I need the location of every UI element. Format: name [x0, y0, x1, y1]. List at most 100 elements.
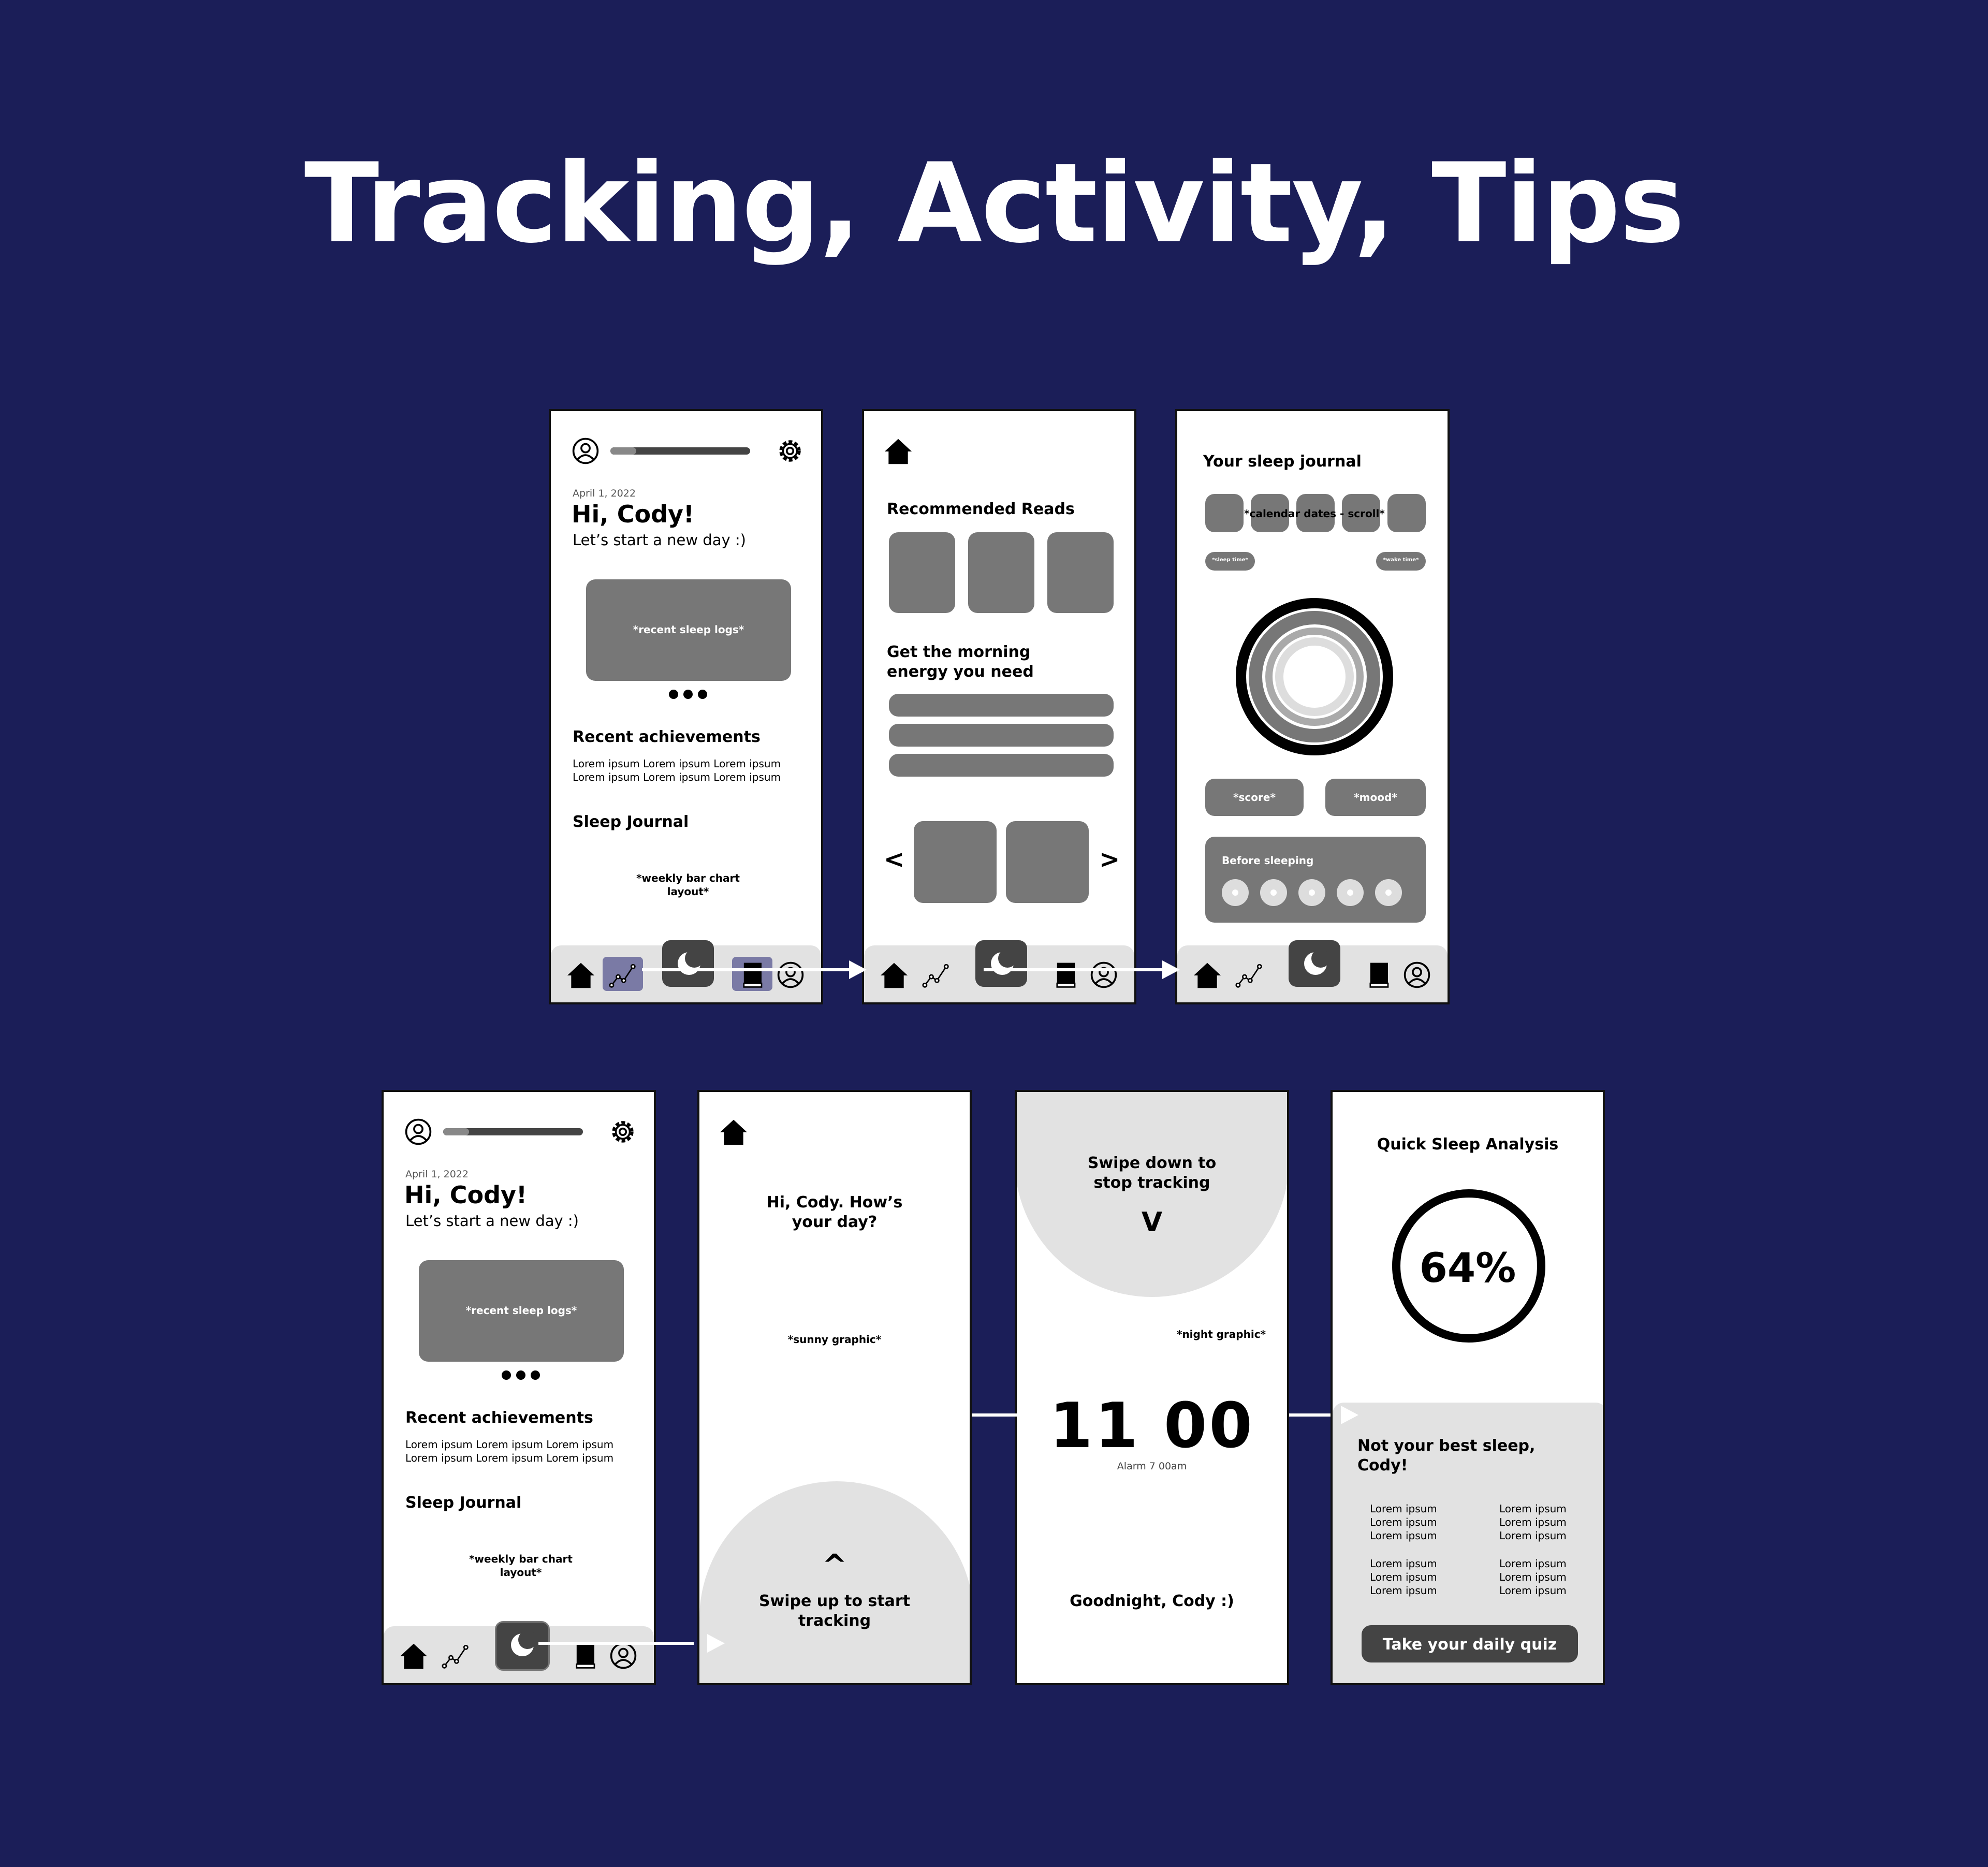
read-card[interactable] [1047, 532, 1114, 613]
book-icon[interactable] [571, 1642, 599, 1670]
tip-bar[interactable] [889, 754, 1114, 777]
home-screen-2: April 1, 2022 Hi, Cody! Let’s start a ne… [382, 1090, 656, 1685]
checkin-screen: Hi, Cody. How’s your day? *sunny graphic… [697, 1090, 972, 1685]
profile-icon[interactable] [777, 961, 805, 989]
gear-icon[interactable] [776, 437, 804, 465]
home-icon[interactable] [880, 961, 909, 990]
book-icon[interactable] [1051, 961, 1079, 989]
tip-bar[interactable] [889, 694, 1114, 717]
video-card[interactable] [914, 821, 997, 903]
swipe-down-panel[interactable] [1017, 1092, 1287, 1297]
read-card[interactable] [889, 532, 955, 613]
home-icon[interactable] [884, 437, 913, 466]
achievements-title: Recent achievements [405, 1409, 593, 1427]
analysis-message-1: Not your best sleep, [1357, 1437, 1536, 1455]
video-card[interactable] [1006, 821, 1089, 903]
home-icon[interactable] [719, 1118, 748, 1147]
checkin-question-1: Hi, Cody. How’s [766, 1193, 903, 1212]
gear-icon[interactable] [609, 1118, 637, 1146]
analysis-screen: Quick Sleep Analysis 64% Not your best s… [1331, 1090, 1605, 1685]
swipe-up-caret: ^ [822, 1548, 847, 1583]
moon-icon [1300, 948, 1331, 979]
analysis-lorem: Lorem ipsum [1370, 1503, 1437, 1515]
tracking-screen: Swipe down to stop tracking V *night gra… [1015, 1090, 1289, 1685]
swipe-up-text-1: Swipe up to start [758, 1592, 911, 1610]
goodnight-text: Goodnight, Cody :) [1070, 1592, 1234, 1610]
energy-title-2: energy you need [887, 663, 1034, 681]
carousel-dot[interactable] [502, 1370, 511, 1380]
achievements-text-1: Lorem ipsum Lorem ipsum Lorem ipsum [405, 1438, 614, 1451]
swipe-down-caret: V [1141, 1207, 1163, 1238]
home-icon[interactable] [399, 1642, 428, 1671]
home-screen: April 1, 2022 Hi, Cody! Let’s start a ne… [549, 409, 823, 1004]
sleep-tracking-button[interactable] [662, 940, 714, 987]
tips-screen: Recommended Reads Get the morning energy… [862, 409, 1136, 1004]
carousel-dot[interactable] [683, 690, 693, 699]
carousel-dot[interactable] [531, 1370, 540, 1380]
sleep-score-value: 64% [1419, 1245, 1516, 1292]
weekly-chart-placeholder-2: layout* [667, 885, 709, 898]
analysis-title: Quick Sleep Analysis [1377, 1135, 1559, 1154]
analysis-lorem: Lorem ipsum [1499, 1529, 1567, 1542]
swipe-up-panel[interactable] [699, 1481, 970, 1683]
sleep-tracking-button[interactable] [495, 1621, 550, 1671]
flow-arrow [972, 1413, 1017, 1417]
book-icon[interactable] [738, 961, 766, 989]
swipe-down-text-1: Swipe down to [1087, 1154, 1217, 1172]
flow-arrowhead [849, 960, 867, 979]
book-icon[interactable] [1365, 961, 1393, 989]
recommended-reads-title: Recommended Reads [887, 500, 1075, 518]
carousel-prev-button[interactable]: < [884, 845, 904, 874]
flow-arrowhead [707, 1634, 725, 1653]
achievements-text-1: Lorem ipsum Lorem ipsum Lorem ipsum [573, 757, 781, 770]
carousel-dot[interactable] [669, 690, 678, 699]
carousel-next-button[interactable]: > [1099, 845, 1120, 874]
chart-icon[interactable] [1235, 961, 1263, 989]
habit-toggles[interactable] [1219, 876, 1415, 909]
night-graphic-placeholder: *night graphic* [1176, 1328, 1266, 1340]
carousel-dot[interactable] [516, 1370, 525, 1380]
carousel-dots[interactable] [669, 690, 710, 700]
home-icon[interactable] [1193, 961, 1222, 990]
sleep-tracking-button[interactable] [975, 940, 1027, 987]
analysis-message-2: Cody! [1357, 1456, 1408, 1475]
moon-icon [674, 948, 705, 979]
calendar-placeholder: *calendar dates - scroll* [1244, 507, 1385, 520]
carousel-dot[interactable] [698, 690, 707, 699]
tip-bar[interactable] [889, 724, 1114, 747]
chart-icon[interactable] [609, 961, 637, 989]
journal-title: Your sleep journal [1203, 453, 1362, 471]
energy-title-1: Get the morning [887, 643, 1031, 661]
chart-icon[interactable] [442, 1642, 470, 1670]
read-card[interactable] [968, 532, 1034, 613]
sleep-tracking-button[interactable] [1289, 940, 1340, 987]
flow-arrowhead [1162, 960, 1180, 979]
recent-sleep-logs-label: *recent sleep logs* [465, 1304, 577, 1317]
profile-icon[interactable] [1403, 961, 1431, 989]
profile-icon[interactable] [609, 1642, 637, 1670]
score-label: *score* [1233, 791, 1276, 804]
mood-label: *mood* [1354, 791, 1397, 804]
analysis-lorem: Lorem ipsum [1499, 1584, 1567, 1597]
profile-icon[interactable] [572, 437, 600, 465]
swipe-up-text-2: tracking [798, 1612, 871, 1630]
greeting: Hi, Cody! [404, 1181, 528, 1209]
flow-arrow [642, 968, 854, 971]
before-sleeping-label: Before sleeping [1222, 854, 1314, 867]
sleep-time-label: *sleep time* [1212, 557, 1248, 563]
home-icon[interactable] [566, 961, 595, 990]
carousel-dots[interactable] [502, 1370, 543, 1381]
date-label: April 1, 2022 [573, 488, 636, 499]
weekly-chart-placeholder-1: *weekly bar chart [469, 1553, 573, 1565]
daily-quiz-label: Take your daily quiz [1382, 1636, 1557, 1654]
checkin-question-2: your day? [792, 1213, 878, 1231]
analysis-lorem: Lorem ipsum [1370, 1529, 1437, 1542]
sleep-journal-title: Sleep Journal [405, 1494, 522, 1512]
swipe-down-text-2: stop tracking [1093, 1174, 1210, 1192]
date-label: April 1, 2022 [405, 1169, 469, 1180]
profile-icon[interactable] [404, 1118, 432, 1146]
chart-icon[interactable] [922, 961, 950, 989]
profile-icon[interactable] [1090, 961, 1118, 989]
weekly-chart-placeholder-2: layout* [500, 1566, 542, 1579]
moon-icon [507, 1629, 538, 1660]
